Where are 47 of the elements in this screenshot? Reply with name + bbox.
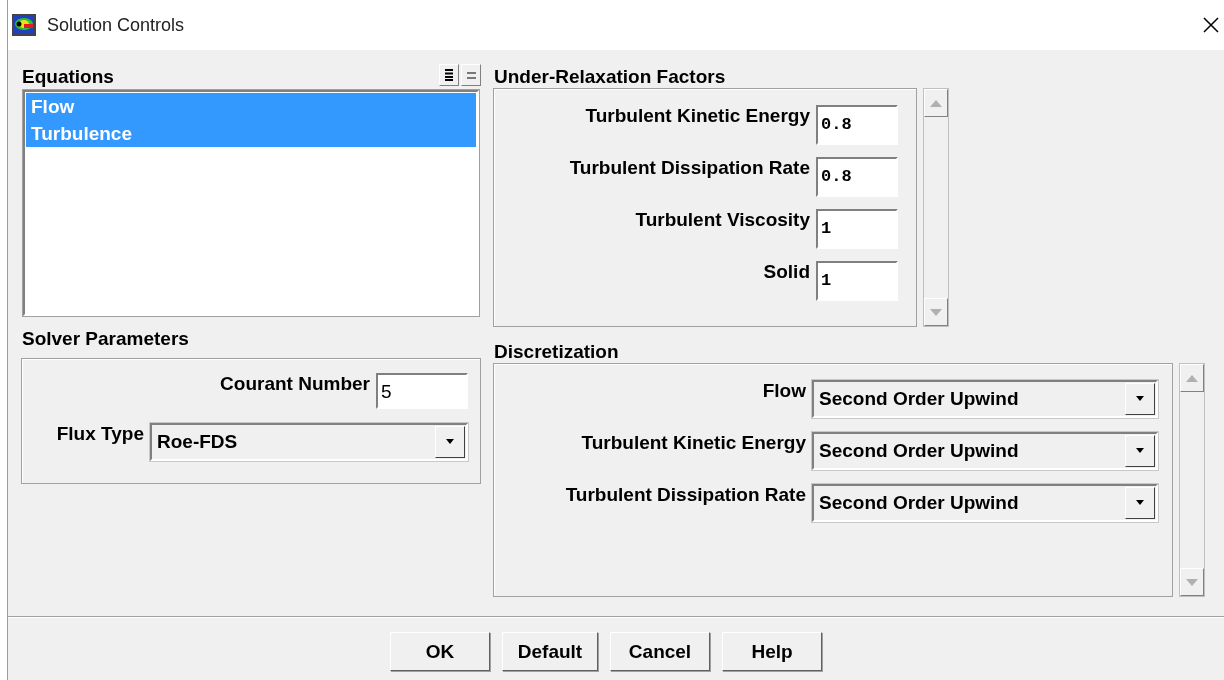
dropdown[interactable]: Roe-FDS (150, 423, 468, 461)
dialog-button[interactable]: Cancel (610, 632, 710, 671)
field-label: Turbulent Kinetic Energy (581, 432, 806, 454)
field-label: Courant Number (220, 373, 370, 395)
field-label: Turbulent Kinetic Energy (585, 105, 810, 127)
field-label: Turbulent Dissipation Rate (569, 157, 810, 179)
window-title: Solution Controls (47, 14, 186, 36)
deselect-all-button[interactable] (461, 64, 481, 86)
dropdown[interactable]: Second Order Upwind (812, 432, 1158, 470)
up-arrow-icon (1186, 374, 1198, 382)
input-field[interactable]: 5 (376, 373, 468, 409)
scroll-down-button[interactable] (1180, 568, 1204, 596)
dialog-button[interactable]: Default (502, 632, 598, 671)
input-field[interactable]: 1 (816, 209, 898, 249)
select-all-button[interactable] (439, 64, 459, 86)
scroll-up-button[interactable] (924, 89, 948, 117)
close-icon[interactable] (1202, 16, 1220, 34)
down-arrow-icon (1186, 578, 1198, 586)
field-label: Turbulent Dissipation Rate (565, 484, 806, 506)
dropdown[interactable]: Second Order Upwind (812, 380, 1158, 418)
section-label: Equations (21, 66, 114, 88)
scroll-down-button[interactable] (924, 298, 948, 326)
caret-icon (445, 439, 455, 445)
down-arrow-icon (930, 308, 942, 316)
field-label: Flux Type (56, 423, 144, 445)
lines-icon (445, 69, 453, 81)
caret-icon (1135, 500, 1145, 506)
scrollbar[interactable] (1179, 363, 1205, 597)
up-arrow-icon (930, 99, 942, 107)
input-field[interactable]: 1 (816, 261, 898, 301)
field-label: Flow (762, 380, 806, 402)
field-label: Solid (763, 261, 810, 283)
caret-icon (1135, 448, 1145, 454)
scrollbar[interactable] (923, 88, 949, 327)
dialog-button[interactable]: OK (390, 632, 490, 671)
section-label: Discretization (493, 341, 619, 363)
section-label: Solver Parameters (21, 328, 189, 350)
input-field[interactable]: 0.8 (816, 105, 898, 145)
caret-icon (1135, 396, 1145, 402)
scroll-up-button[interactable] (1180, 364, 1204, 392)
section-label: Under-Relaxation Factors (493, 66, 726, 88)
app-icon (11, 12, 37, 38)
input-field[interactable]: 0.8 (816, 157, 898, 197)
field-label: Turbulent Viscosity (635, 209, 810, 231)
equals-icon (466, 71, 476, 79)
dropdown[interactable]: Second Order Upwind (812, 484, 1158, 522)
dialog-button[interactable]: Help (722, 632, 822, 671)
